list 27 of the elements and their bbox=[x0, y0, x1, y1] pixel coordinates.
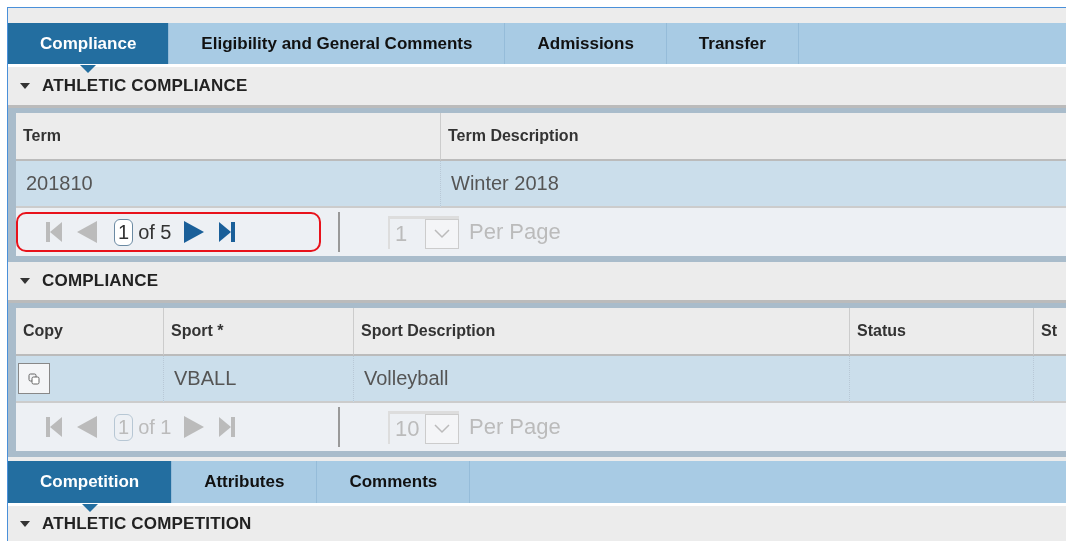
section-title: ATHLETIC COMPETITION bbox=[42, 514, 252, 534]
copy-icon bbox=[28, 372, 40, 385]
section-title: ATHLETIC COMPLIANCE bbox=[42, 76, 248, 96]
copy-button[interactable] bbox=[18, 363, 50, 394]
collapse-triangle-icon[interactable] bbox=[20, 521, 30, 527]
collapse-triangle-icon[interactable] bbox=[20, 83, 30, 89]
per-page-label: Per Page bbox=[469, 219, 561, 245]
tab-pointer bbox=[81, 504, 98, 512]
table-cell: VBALL bbox=[164, 356, 354, 403]
section-title: COMPLIANCE bbox=[42, 271, 159, 291]
tab[interactable]: Comments bbox=[317, 461, 471, 503]
table-cell: Winter 2018 bbox=[441, 161, 1066, 208]
collapse-triangle-icon[interactable] bbox=[20, 278, 30, 284]
tab[interactable]: Eligibility and General Comments bbox=[169, 23, 506, 64]
page-count: of 1 bbox=[138, 415, 172, 439]
chevron-down-icon bbox=[425, 218, 459, 249]
per-page-label: Per Page bbox=[469, 414, 561, 440]
page-number-field[interactable]: 1 bbox=[114, 218, 134, 246]
chevron-down-icon bbox=[425, 413, 459, 444]
table-cell: Volleyball bbox=[354, 356, 850, 403]
tab[interactable]: Admissions bbox=[505, 23, 667, 64]
tab-pointer bbox=[80, 65, 97, 73]
page-count: of 5 bbox=[138, 220, 172, 244]
tab[interactable]: Attributes bbox=[172, 461, 318, 503]
tab[interactable]: Transfer bbox=[666, 23, 799, 64]
term-field[interactable]: 201810 bbox=[16, 161, 441, 208]
last-page-icon[interactable] bbox=[217, 220, 238, 244]
